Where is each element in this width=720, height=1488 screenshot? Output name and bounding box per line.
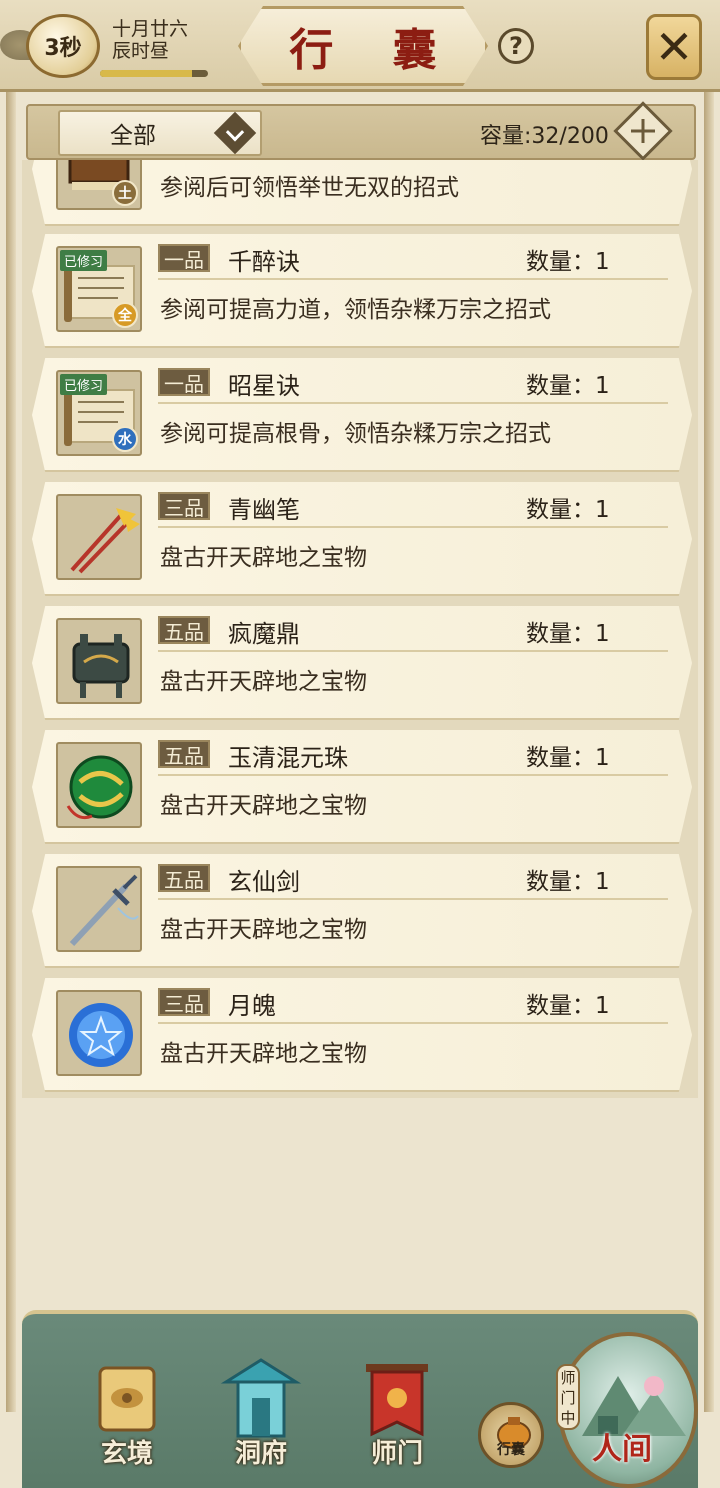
nav-xuanjing[interactable]: 玄境 bbox=[82, 1338, 172, 1488]
nav-shimen[interactable]: 师门 bbox=[352, 1338, 442, 1488]
time-progress-bar bbox=[100, 70, 208, 77]
element-badge: 水 bbox=[112, 426, 138, 452]
grade-tag: 五品 bbox=[158, 864, 210, 892]
item-row[interactable]: 五品 疯魔鼎 数量：1 盘古开天辟地之宝物 bbox=[32, 606, 692, 720]
item-name: 疯魔鼎 bbox=[228, 620, 300, 648]
nav-bag[interactable]: 行囊 bbox=[478, 1402, 544, 1468]
learned-tag: 已修习 bbox=[60, 374, 108, 395]
item-description: 参阅可提高力道，领悟杂糅万宗之招式 bbox=[160, 297, 551, 323]
item-name: 玉清混元珠 bbox=[228, 744, 348, 772]
sword-icon bbox=[56, 866, 142, 952]
top-bar: 3秒 十月廿六 辰时昼 行 囊 ? ✕ bbox=[0, 0, 720, 92]
timer-text: 3秒 bbox=[44, 36, 82, 61]
close-icon: ✕ bbox=[654, 20, 694, 74]
expand-icon[interactable] bbox=[613, 101, 673, 161]
item-description: 参阅后可领悟举世无双的招式 bbox=[160, 175, 459, 201]
chevron-down-icon bbox=[213, 111, 257, 155]
realm-label: 人间 bbox=[592, 1432, 652, 1467]
item-description: 盘古开天辟地之宝物 bbox=[160, 1041, 367, 1067]
item-description: 盘古开天辟地之宝物 bbox=[160, 669, 367, 695]
realm-button[interactable]: 师门中 人间 bbox=[556, 1332, 698, 1488]
item-quantity: 数量：1 bbox=[526, 869, 610, 895]
item-name: 月魄 bbox=[228, 992, 276, 1020]
pavilion-icon bbox=[220, 1358, 302, 1438]
right-frame-rail bbox=[704, 92, 714, 1412]
brush-icon bbox=[56, 494, 142, 580]
element-badge: 土 bbox=[112, 180, 138, 206]
item-description: 参阅可提高根骨，领悟杂糅万宗之招式 bbox=[160, 421, 551, 447]
item-row[interactable]: 土参阅后可领悟举世无双的招式 bbox=[32, 160, 692, 226]
nav-label: 洞府 bbox=[234, 1439, 287, 1469]
item-name: 玄仙剑 bbox=[228, 868, 300, 896]
grade-tag: 三品 bbox=[158, 988, 210, 1016]
row-divider bbox=[158, 650, 668, 652]
item-quantity: 数量：1 bbox=[526, 249, 610, 275]
item-row[interactable]: 五品 玄仙剑 数量：1 盘古开天辟地之宝物 bbox=[32, 854, 692, 968]
row-divider bbox=[158, 526, 668, 528]
timer-badge: 3秒 bbox=[26, 14, 100, 78]
item-quantity: 数量：1 bbox=[526, 993, 610, 1019]
item-description: 盘古开天辟地之宝物 bbox=[160, 917, 367, 943]
scroll-icon: 已修习全 bbox=[56, 246, 142, 332]
game-date: 十月廿六 辰时昼 bbox=[112, 18, 188, 62]
item-quantity: 数量：1 bbox=[526, 745, 610, 771]
item-row[interactable]: 五品 玉清混元珠 数量：1 盘古开天辟地之宝物 bbox=[32, 730, 692, 844]
nav-label: 玄境 bbox=[100, 1439, 153, 1469]
item-description: 盘古开天辟地之宝物 bbox=[160, 793, 367, 819]
capacity-text: 容量:32/200 bbox=[480, 124, 609, 149]
sect-banner-icon bbox=[366, 1364, 428, 1437]
item-description: 盘古开天辟地之宝物 bbox=[160, 545, 367, 571]
cauldron-icon bbox=[56, 618, 142, 704]
item-list[interactable]: 土参阅后可领悟举世无双的招式 已修习全一品 千醉诀 数量：1 参阅可提高力道，领悟杂糅万… bbox=[22, 160, 698, 1098]
item-row[interactable]: 已修习水一品 昭星诀 数量：1 参阅可提高根骨，领悟杂糅万宗之招式 bbox=[32, 358, 692, 472]
grade-tag: 三品 bbox=[158, 492, 210, 520]
time-of-day: 辰时昼 bbox=[112, 40, 170, 62]
page-title: 行 囊 bbox=[289, 25, 459, 76]
row-divider bbox=[158, 278, 668, 280]
item-row[interactable]: 三品 青幽笔 数量：1 盘古开天辟地之宝物 bbox=[32, 482, 692, 596]
scroll-map-icon bbox=[98, 1366, 156, 1432]
question-icon: ? bbox=[509, 32, 523, 60]
close-button[interactable]: ✕ bbox=[646, 14, 702, 80]
item-row[interactable]: 已修习全一品 千醉诀 数量：1 参阅可提高力道，领悟杂糅万宗之招式 bbox=[32, 234, 692, 348]
row-divider bbox=[158, 774, 668, 776]
help-button[interactable]: ? bbox=[498, 28, 534, 64]
date-line: 十月廿六 bbox=[112, 18, 189, 40]
bottom-nav: 玄境 洞府 师门 行囊 师门中 人间 bbox=[0, 1310, 720, 1488]
category-dropdown[interactable]: 全部 bbox=[58, 110, 262, 156]
nav-label: 师门 bbox=[370, 1439, 423, 1469]
item-name: 青幽笔 bbox=[228, 496, 300, 524]
nav-label: 行囊 bbox=[497, 1442, 525, 1458]
filter-bar: 全部 容量:32/200 bbox=[26, 101, 696, 161]
grade-tag: 五品 bbox=[158, 616, 210, 644]
item-quantity: 数量：1 bbox=[526, 621, 610, 647]
category-value: 全部 bbox=[110, 123, 156, 149]
row-divider bbox=[158, 402, 668, 404]
grade-tag: 五品 bbox=[158, 740, 210, 768]
element-badge: 全 bbox=[112, 302, 138, 328]
grade-tag: 一品 bbox=[158, 368, 210, 396]
item-quantity: 数量：1 bbox=[526, 373, 610, 399]
sect-status-tag: 师门中 bbox=[556, 1364, 580, 1430]
title-plaque: 行 囊 bbox=[238, 6, 488, 86]
grade-tag: 一品 bbox=[158, 244, 210, 272]
item-name: 昭星诀 bbox=[228, 372, 300, 400]
left-frame-rail bbox=[6, 92, 16, 1412]
item-quantity: 数量：1 bbox=[526, 497, 610, 523]
book-icon: 土 bbox=[56, 160, 142, 210]
item-row[interactable]: 三品 月魄 数量：1 盘古开天辟地之宝物 bbox=[32, 978, 692, 1092]
time-progress-fill bbox=[100, 70, 192, 77]
nav-dongfu[interactable]: 洞府 bbox=[216, 1338, 306, 1488]
row-divider bbox=[158, 1022, 668, 1024]
moon-orb-icon bbox=[56, 990, 142, 1076]
row-divider bbox=[158, 898, 668, 900]
item-name: 千醉诀 bbox=[228, 248, 300, 276]
learned-tag: 已修习 bbox=[60, 250, 108, 271]
scroll-icon: 已修习水 bbox=[56, 370, 142, 456]
orb-icon bbox=[56, 742, 142, 828]
